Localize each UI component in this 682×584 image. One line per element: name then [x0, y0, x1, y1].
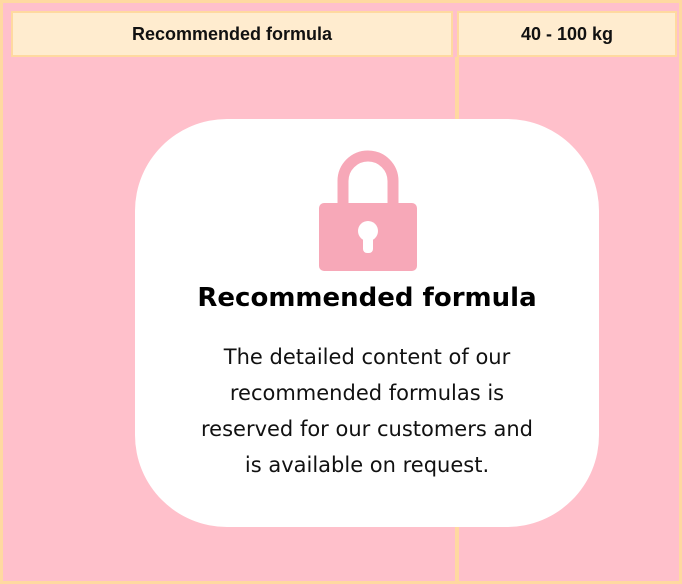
message-line: The detailed content of our — [223, 345, 511, 369]
locked-card-message: The detailed content of our recommended … — [155, 339, 579, 483]
locked-table-panel: Recommended formula 40 - 100 kg Recommen… — [0, 0, 682, 584]
locked-content-card: Recommended formula The detailed content… — [135, 119, 599, 527]
message-line: is available on request. — [244, 453, 490, 477]
table-header-row: Recommended formula 40 - 100 kg — [11, 11, 677, 57]
header-cell-formula: Recommended formula — [11, 11, 453, 57]
message-line: reserved for our customers and — [201, 417, 533, 441]
locked-card-title: Recommended formula — [197, 283, 537, 313]
message-line: recommended formulas is — [229, 381, 505, 405]
lock-icon — [319, 150, 417, 271]
header-cell-weight-range: 40 - 100 kg — [457, 11, 677, 57]
